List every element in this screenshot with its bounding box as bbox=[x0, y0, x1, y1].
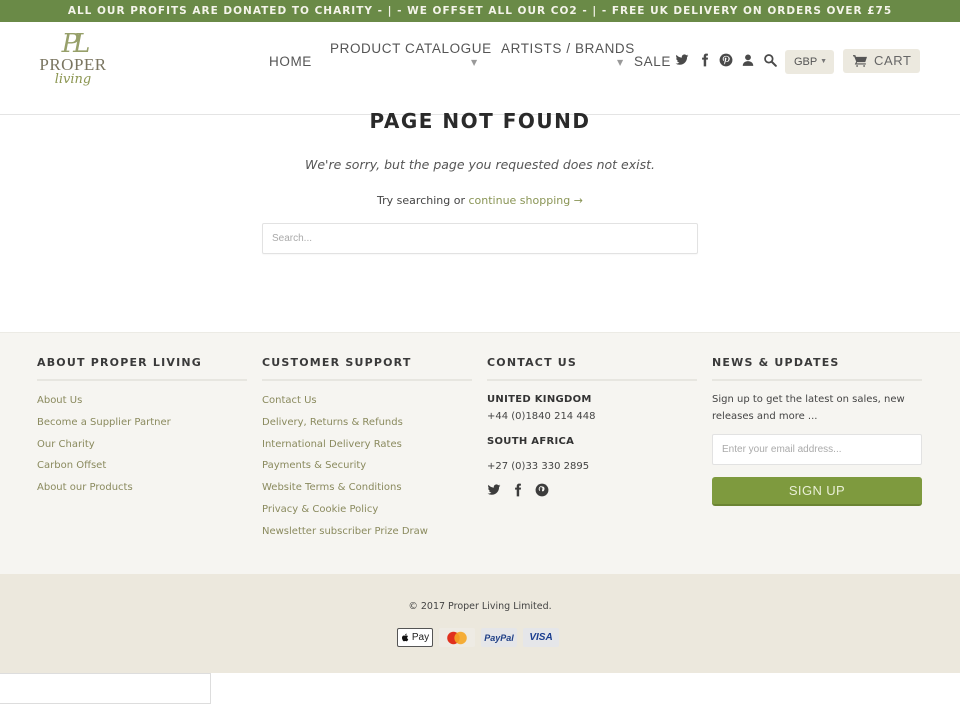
footer-link-privacy[interactable]: Privacy & Cookie Policy bbox=[262, 504, 378, 515]
footer-link-delivery-returns[interactable]: Delivery, Returns & Refunds bbox=[262, 417, 403, 428]
copyright: © 2017 Proper Living Limited. bbox=[408, 601, 552, 612]
logo[interactable]: PL PROPER living bbox=[36, 31, 110, 103]
contact-uk-phone: +44 (0)1840 214 448 bbox=[487, 411, 596, 422]
logo-tagline: living bbox=[54, 72, 92, 87]
mastercard-icon bbox=[439, 628, 475, 647]
paypal-icon: PayPal bbox=[481, 628, 517, 647]
footer-link-supplier-partner[interactable]: Become a Supplier Partner bbox=[37, 417, 171, 428]
apple-pay-icon: Pay bbox=[397, 628, 433, 647]
contact-uk-label: UNITED KINGDOM bbox=[487, 394, 592, 405]
footer-link-prize-draw[interactable]: Newsletter subscriber Prize Draw bbox=[262, 526, 428, 537]
chevron-down-icon: ▼ bbox=[820, 58, 827, 65]
newsletter-text: Sign up to get the latest on sales, new … bbox=[712, 394, 905, 422]
logo-monogram: PL bbox=[61, 29, 91, 59]
nav-home[interactable]: HOME bbox=[269, 54, 312, 69]
footer-link-terms[interactable]: Website Terms & Conditions bbox=[262, 482, 402, 493]
newsletter-email-input[interactable] bbox=[712, 434, 922, 465]
cart-icon bbox=[853, 55, 867, 67]
logo-wordmark: PROPER bbox=[39, 55, 107, 74]
facebook-icon[interactable] bbox=[698, 53, 712, 67]
visa-icon: VISA bbox=[523, 628, 559, 647]
pinterest-icon[interactable] bbox=[535, 483, 549, 497]
footer-about-heading: ABOUT PROPER LIVING bbox=[37, 356, 203, 369]
footer-support-links: Contact Us Delivery, Returns & Refunds I… bbox=[262, 395, 428, 548]
search-prompt-text: Try searching or bbox=[377, 194, 469, 207]
search-input[interactable] bbox=[262, 223, 698, 254]
nav-sale[interactable]: SALE bbox=[634, 54, 671, 69]
subfooter: © 2017 Proper Living Limited. Pay PayPal… bbox=[0, 574, 960, 673]
currency-select[interactable]: GBP ▼ bbox=[785, 50, 834, 74]
chevron-down-icon[interactable]: ▼ bbox=[617, 58, 623, 67]
promo-text: ALL OUR PROFITS ARE DONATED TO CHARITY -… bbox=[67, 5, 893, 17]
divider bbox=[712, 379, 922, 381]
search-prompt: Try searching or continue shopping → bbox=[0, 194, 960, 207]
nav-artists-brands[interactable]: ARTISTS / BRANDS bbox=[501, 41, 635, 56]
footer-link-carbon-offset[interactable]: Carbon Offset bbox=[37, 460, 106, 471]
cart-button[interactable]: CART bbox=[843, 49, 920, 73]
signup-button[interactable]: SIGN UP bbox=[712, 477, 922, 506]
contact-sa-label: SOUTH AFRICA bbox=[487, 436, 575, 447]
nav-product-catalogue[interactable]: PRODUCT CATALOGUE bbox=[330, 41, 492, 56]
divider bbox=[37, 379, 247, 381]
facebook-icon[interactable] bbox=[511, 483, 525, 497]
footer-link-payments-security[interactable]: Payments & Security bbox=[262, 460, 366, 471]
twitter-icon[interactable] bbox=[487, 483, 501, 497]
paypal-label: PayPal bbox=[484, 632, 514, 643]
visa-label: VISA bbox=[529, 632, 553, 643]
footer-about-links: About Us Become a Supplier Partner Our C… bbox=[37, 395, 171, 504]
account-icon[interactable] bbox=[741, 53, 755, 67]
floating-widget[interactable] bbox=[0, 673, 211, 704]
footer-link-about-us[interactable]: About Us bbox=[37, 395, 82, 406]
pinterest-icon[interactable] bbox=[719, 53, 733, 67]
footer: ABOUT PROPER LIVING About Us Become a Su… bbox=[0, 332, 960, 574]
page-title: PAGE NOT FOUND bbox=[369, 109, 591, 133]
contact-sa-phone: +27 (0)33 330 2895 bbox=[487, 461, 590, 472]
twitter-icon[interactable] bbox=[675, 53, 689, 67]
cart-label: CART bbox=[874, 53, 912, 68]
footer-support-heading: CUSTOMER SUPPORT bbox=[262, 356, 412, 369]
footer-link-our-charity[interactable]: Our Charity bbox=[37, 439, 95, 450]
footer-link-about-products[interactable]: About our Products bbox=[37, 482, 133, 493]
divider bbox=[262, 379, 472, 381]
error-message: We're sorry, but the page you requested … bbox=[305, 157, 655, 172]
footer-link-contact-us[interactable]: Contact Us bbox=[262, 395, 317, 406]
promo-bar: ALL OUR PROFITS ARE DONATED TO CHARITY -… bbox=[0, 0, 960, 22]
footer-link-international-delivery[interactable]: International Delivery Rates bbox=[262, 439, 402, 450]
footer-news-heading: NEWS & UPDATES bbox=[712, 356, 840, 369]
divider bbox=[487, 379, 697, 381]
site-header: PL PROPER living HOME PRODUCT CATALOGUE … bbox=[0, 22, 960, 115]
apple-pay-label: Pay bbox=[411, 632, 430, 643]
chevron-down-icon[interactable]: ▼ bbox=[471, 58, 477, 67]
currency-value: GBP bbox=[794, 56, 818, 68]
continue-shopping-link[interactable]: continue shopping → bbox=[468, 194, 582, 207]
search-icon[interactable] bbox=[763, 53, 777, 67]
footer-contact-heading: CONTACT US bbox=[487, 356, 578, 369]
